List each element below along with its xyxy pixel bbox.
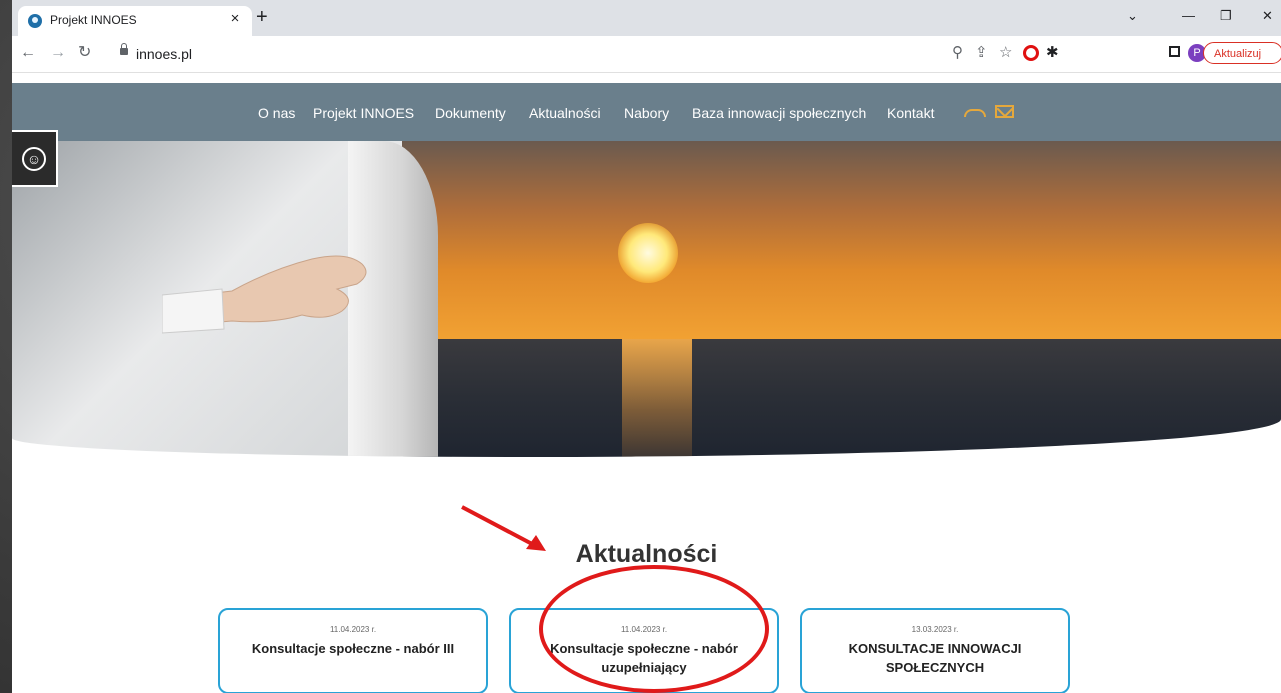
forward-arrow-icon[interactable]: → xyxy=(50,45,66,61)
nav-link-o-nas[interactable]: O nas xyxy=(258,105,295,121)
zoom-icon[interactable]: ⚲ xyxy=(952,45,963,61)
nav-link-dokumenty[interactable]: Dokumenty xyxy=(435,105,506,121)
news-card[interactable]: 13.03.2023 r. KONSULTACJE INNOWACJI SPOŁ… xyxy=(800,608,1070,693)
nav-link-kontakt[interactable]: Kontakt xyxy=(887,105,934,121)
extensions-puzzle-icon[interactable]: ✱ xyxy=(1046,45,1059,61)
share-icon[interactable]: ⇪ xyxy=(975,45,988,61)
nav-link-projekt[interactable]: Projekt INNOES xyxy=(313,105,414,121)
bookmark-star-icon[interactable]: ☆ xyxy=(999,45,1012,61)
back-arrow-icon[interactable]: ← xyxy=(20,45,36,61)
sunset-sky xyxy=(402,141,1281,341)
news-date: 11.04.2023 r. xyxy=(329,625,377,634)
minimize-button[interactable]: — xyxy=(1182,8,1195,23)
tab-title: Projekt INNOES xyxy=(50,13,137,27)
reload-icon[interactable]: ↻ xyxy=(78,45,91,61)
tab-strip: Projekt INNOES × + ⌄ — ❐ ✕ xyxy=(12,0,1281,36)
phone-icon[interactable] xyxy=(964,109,986,117)
new-tab-button[interactable]: + xyxy=(256,7,268,27)
news-title[interactable]: KONSULTACJE INNOWACJI SPOŁECZNYCH xyxy=(802,639,1068,677)
accessibility-button[interactable]: ☺ xyxy=(12,130,58,187)
lock-icon[interactable] xyxy=(120,43,128,55)
site-favicon-icon xyxy=(28,14,42,28)
sun xyxy=(618,223,678,283)
web-page: O nas Projekt INNOES Dokumenty Aktualnoś… xyxy=(12,73,1281,693)
address-bar[interactable]: innoes.pl xyxy=(136,46,192,62)
browser-tab[interactable]: Projekt INNOES × xyxy=(18,6,252,36)
restore-button[interactable]: ❐ xyxy=(1220,8,1232,24)
close-window-button[interactable]: ✕ xyxy=(1262,8,1273,24)
tab-search-icon[interactable]: ⌄ xyxy=(1127,8,1138,24)
news-date: 13.03.2023 r. xyxy=(911,625,959,634)
news-title[interactable]: Konsultacje społeczne - nabór III xyxy=(220,639,486,658)
sun-reflection xyxy=(622,339,692,457)
adblock-extension-icon[interactable] xyxy=(1023,45,1039,61)
accessibility-icon: ☺ xyxy=(22,147,46,171)
site-navigation: O nas Projekt INNOES Dokumenty Aktualnoś… xyxy=(12,83,1281,141)
hand-illustration xyxy=(162,255,367,334)
update-button[interactable]: Aktualizuj xyxy=(1203,42,1281,64)
tab-close-icon[interactable]: × xyxy=(226,10,244,27)
hero-banner xyxy=(12,141,1281,457)
mail-icon[interactable] xyxy=(995,105,1014,118)
nav-link-baza-innowacji[interactable]: Baza innowacji społecznych xyxy=(692,105,866,121)
red-circle-annotation xyxy=(539,565,769,693)
browser-toolbar: ← → ↻ innoes.pl ⚲ ⇪ ☆ ✱ P Aktualizuj xyxy=(12,36,1281,73)
news-card[interactable]: 11.04.2023 r. Konsultacje społeczne - na… xyxy=(218,608,488,693)
nav-link-aktualnosci[interactable]: Aktualności xyxy=(529,105,601,121)
browser-window: Projekt INNOES × + ⌄ — ❐ ✕ ← → ↻ innoes.… xyxy=(12,0,1281,693)
sea xyxy=(402,339,1281,457)
side-panel-icon[interactable] xyxy=(1169,46,1180,57)
nav-link-nabory[interactable]: Nabory xyxy=(624,105,669,121)
